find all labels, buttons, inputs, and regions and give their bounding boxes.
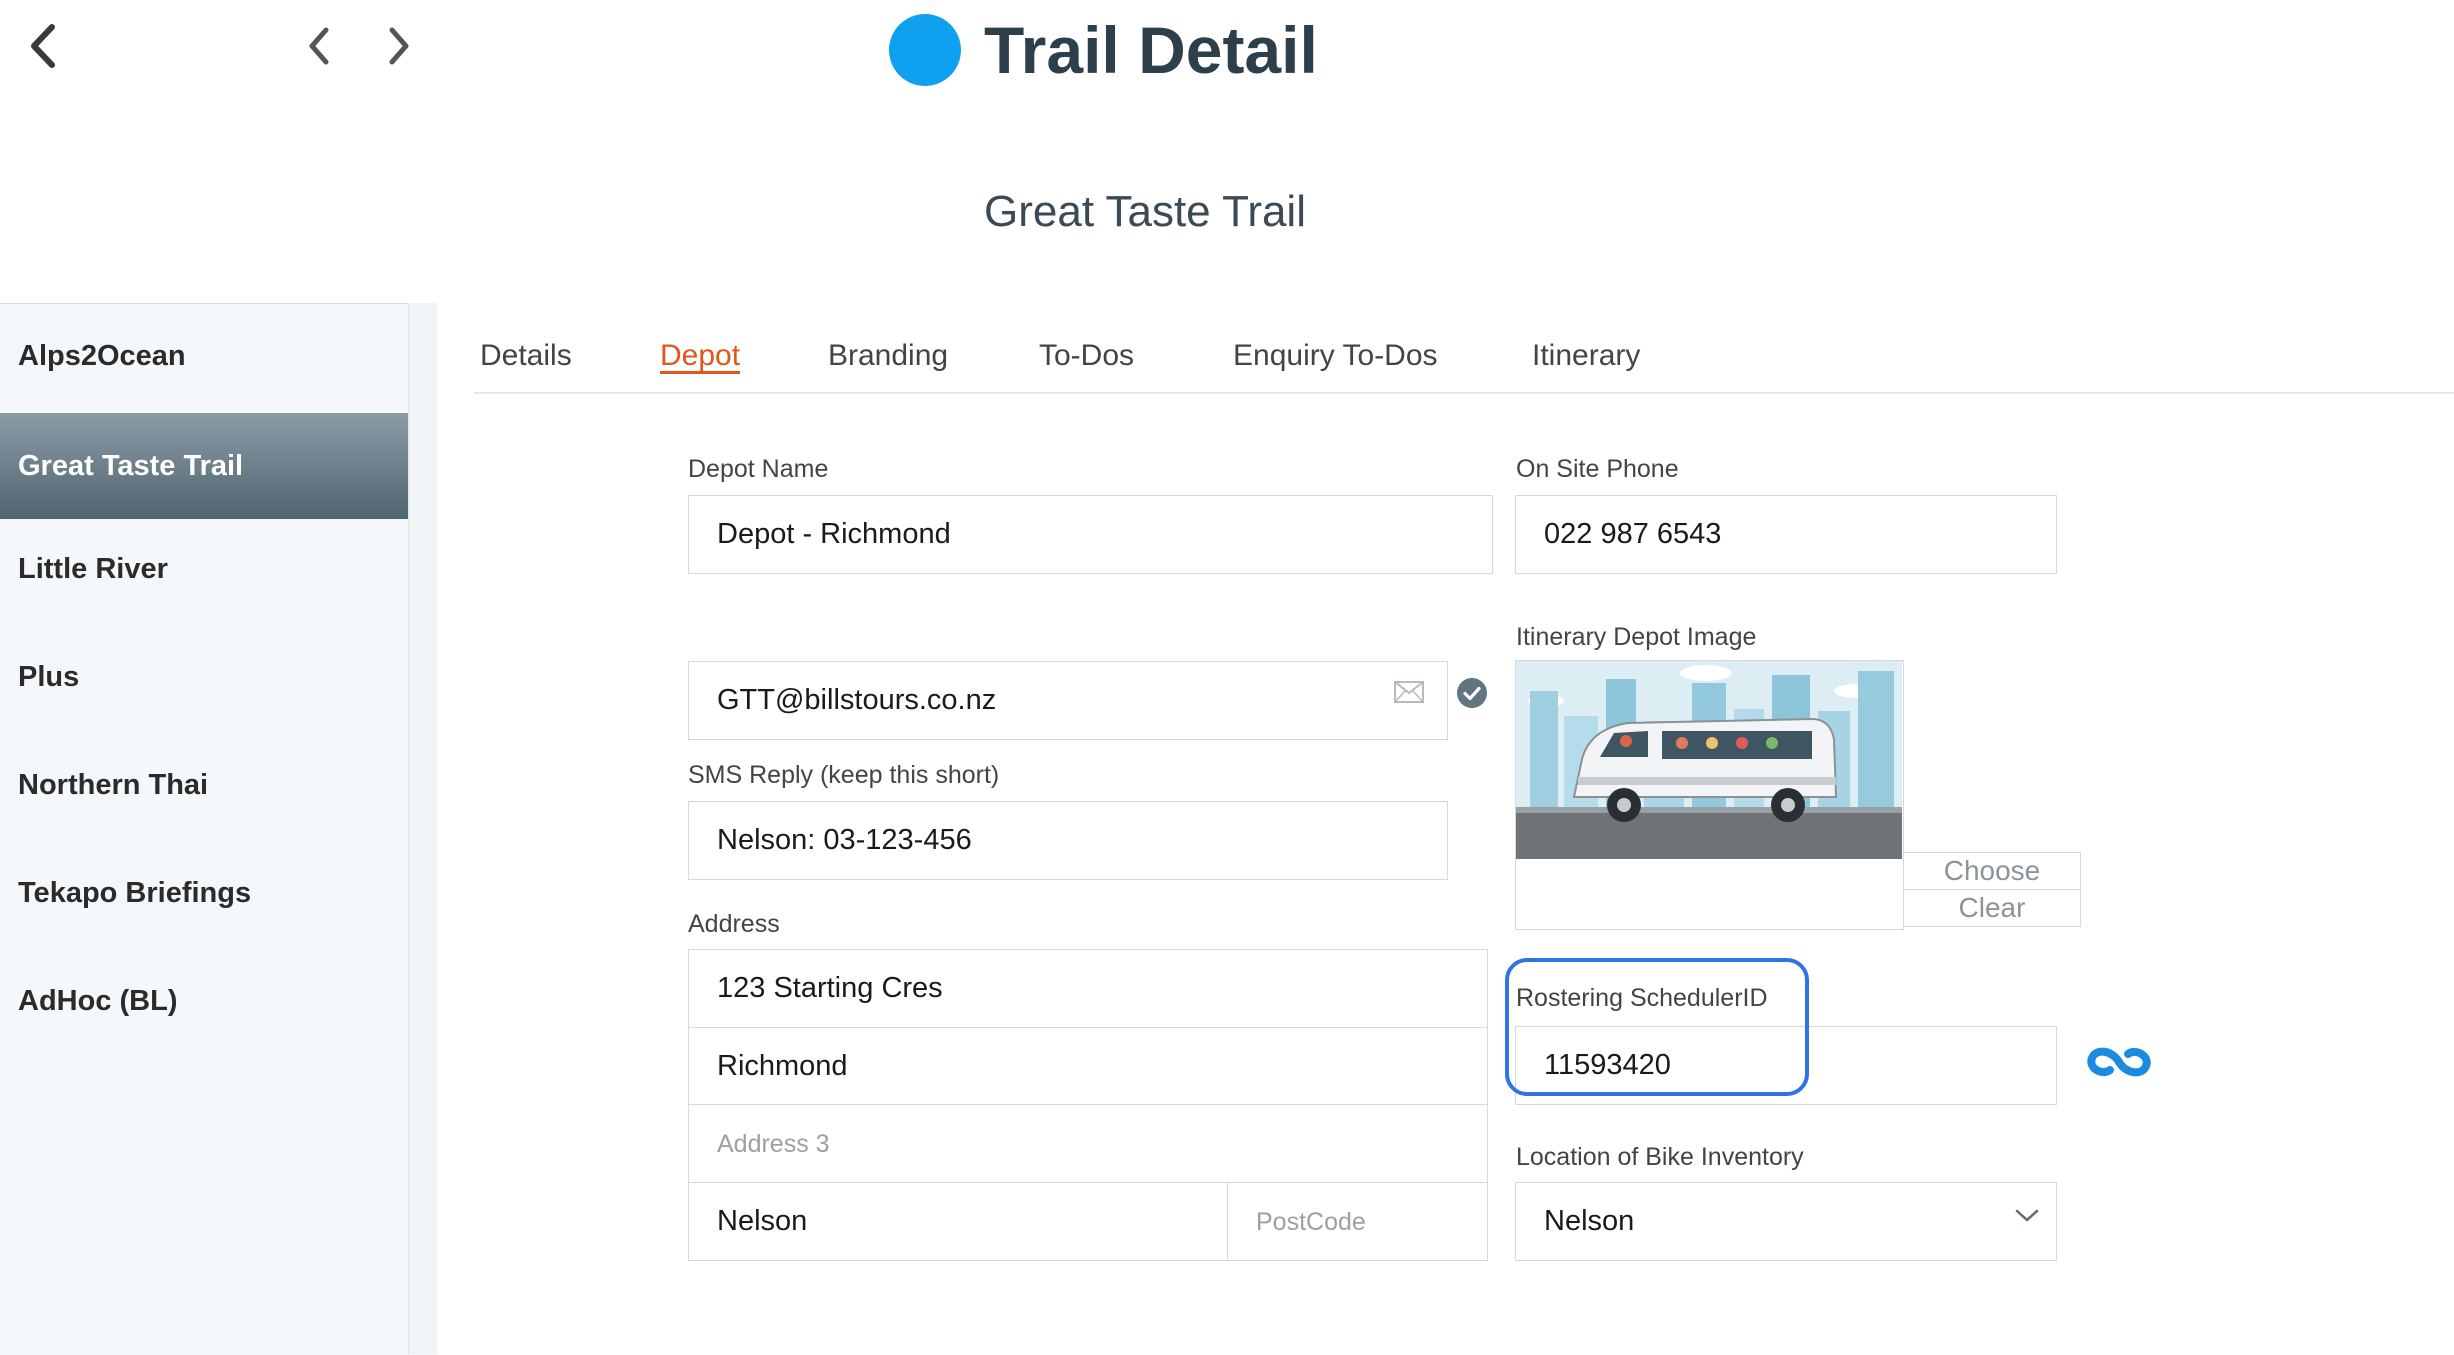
- sidebar-item-great-taste-trail[interactable]: Great Taste Trail: [0, 413, 408, 519]
- rostering-scheduler-id-label: Rostering SchedulerID: [1516, 984, 1768, 1012]
- chevron-left-icon: [309, 27, 329, 65]
- depot-name-label: Depot Name: [688, 455, 829, 483]
- tab-depot[interactable]: Depot: [660, 336, 740, 376]
- sms-reply-label: SMS Reply (keep this short): [688, 761, 1000, 789]
- back-arrow-icon: [31, 24, 55, 68]
- itinerary-depot-image-label: Itinerary Depot Image: [1516, 623, 1757, 651]
- tab-enquiry-to-dos[interactable]: Enquiry To-Dos: [1233, 336, 1438, 376]
- sidebar-item-northern-thai[interactable]: Northern Thai: [0, 732, 408, 838]
- postcode-input[interactable]: [1227, 1182, 1488, 1261]
- on-site-phone-label: On Site Phone: [1516, 455, 1679, 483]
- itinerary-depot-image-container: [1515, 660, 1904, 930]
- sidebar-item-plus[interactable]: Plus: [0, 624, 408, 730]
- verified-check-icon: [1457, 678, 1487, 708]
- rostering-scheduler-id-input[interactable]: [1515, 1026, 2057, 1105]
- tab-to-dos[interactable]: To-Dos: [1039, 336, 1134, 376]
- address-label: Address: [688, 910, 780, 938]
- clear-image-button[interactable]: Clear: [1903, 889, 2081, 927]
- bike-inventory-location-value: Nelson: [1544, 1205, 1635, 1237]
- chevron-right-icon: [389, 27, 409, 65]
- bike-inventory-location-select[interactable]: Nelson: [1515, 1182, 2057, 1261]
- on-site-phone-input[interactable]: [1515, 495, 2057, 574]
- bike-inventory-location-label: Location of Bike Inventory: [1516, 1143, 1804, 1171]
- mail-icon: [1394, 681, 1424, 703]
- title-dot-icon: [889, 14, 961, 86]
- depot-van-image: [1516, 661, 1902, 859]
- tabs-divider: [474, 392, 2454, 394]
- sidebar-item-tekapo-briefings[interactable]: Tekapo Briefings: [0, 840, 408, 946]
- tab-details[interactable]: Details: [480, 336, 572, 376]
- sidebar-item-adhoc-bl[interactable]: AdHoc (BL): [0, 948, 408, 1054]
- previous-button[interactable]: [292, 18, 348, 74]
- sidebar-item-alps2ocean[interactable]: Alps2Ocean: [0, 303, 408, 409]
- page-title: Trail Detail: [984, 13, 1318, 87]
- tab-branding[interactable]: Branding: [828, 336, 948, 376]
- back-button[interactable]: [16, 18, 72, 74]
- choose-image-button[interactable]: Choose: [1903, 852, 2081, 890]
- tab-itinerary[interactable]: Itinerary: [1532, 336, 1640, 376]
- depot-name-input[interactable]: [688, 495, 1493, 574]
- sidebar-item-little-river[interactable]: Little River: [0, 516, 408, 622]
- address-line1-input[interactable]: [688, 949, 1488, 1028]
- sidebar-scroll-rail[interactable]: [408, 303, 437, 1354]
- sync-link-icon[interactable]: [2084, 1040, 2154, 1084]
- address-line3-input[interactable]: [688, 1104, 1488, 1183]
- next-button[interactable]: [370, 18, 426, 74]
- sms-reply-input[interactable]: [688, 801, 1448, 880]
- email-input[interactable]: [688, 661, 1448, 740]
- city-input[interactable]: [688, 1182, 1228, 1261]
- trail-name-heading: Great Taste Trail: [984, 187, 1306, 236]
- address-line2-input[interactable]: [688, 1027, 1488, 1106]
